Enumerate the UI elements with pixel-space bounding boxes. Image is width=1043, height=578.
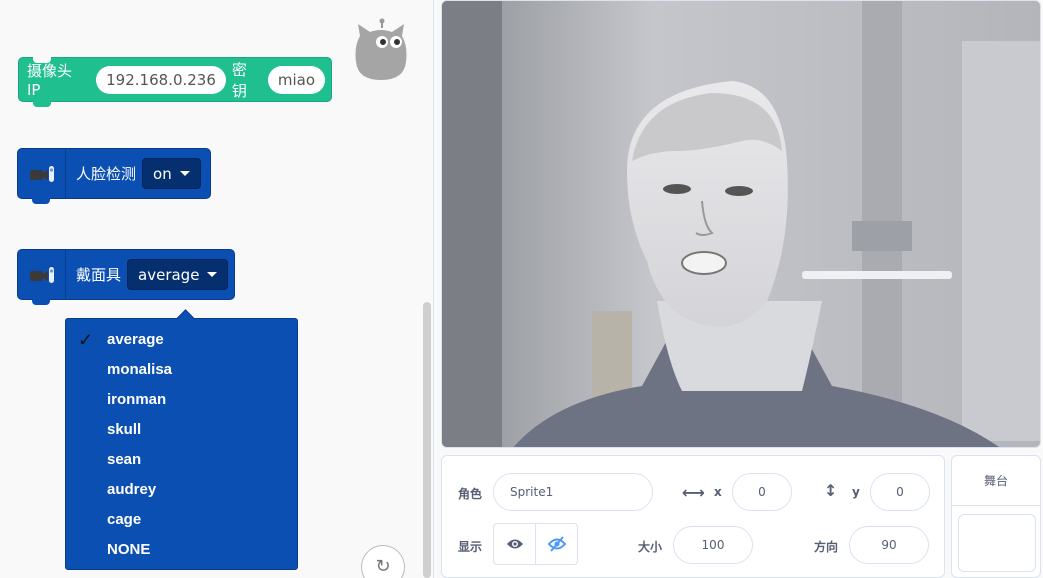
eye-off-icon bbox=[547, 536, 566, 552]
block-notch bbox=[33, 57, 51, 63]
face-detect-block[interactable]: 人脸检测 on bbox=[17, 148, 211, 204]
menu-item-cage[interactable]: cage bbox=[66, 505, 297, 535]
camera-extension-icon bbox=[18, 149, 66, 198]
menu-item-sean[interactable]: sean bbox=[66, 445, 297, 475]
block-tab bbox=[32, 299, 50, 305]
camera-ip-label: 摄像头 IP bbox=[27, 62, 73, 99]
menu-item-audrey[interactable]: audrey bbox=[66, 475, 297, 505]
direction-label: 方向 bbox=[814, 540, 839, 554]
camera-ip-block[interactable]: 摄像头 IP 192.168.0.236 密钥 miao bbox=[18, 57, 332, 107]
key-label: 密钥 bbox=[231, 60, 247, 100]
mask-label: 戴面具 bbox=[76, 266, 122, 284]
menu-item-ironman[interactable]: ironman bbox=[66, 385, 297, 415]
camera-extension-icon bbox=[18, 250, 66, 299]
face-detect-dropdown[interactable]: on bbox=[142, 158, 201, 189]
menu-item-skull[interactable]: skull bbox=[66, 415, 297, 445]
menu-item-monalisa[interactable]: monalisa bbox=[66, 355, 297, 385]
x-input[interactable]: 0 bbox=[732, 473, 792, 511]
eye-icon bbox=[506, 539, 523, 549]
x-arrows-icon: ⟷ bbox=[682, 483, 705, 502]
sprite-name-input[interactable]: Sprite1 bbox=[493, 473, 653, 511]
mask-value: average bbox=[138, 265, 200, 284]
face-detect-label: 人脸检测 bbox=[76, 165, 137, 183]
show-label: 显示 bbox=[458, 540, 483, 554]
block-tab bbox=[33, 101, 51, 107]
stage-panel-title: 舞台 bbox=[952, 456, 1040, 506]
stage-thumbnail[interactable] bbox=[958, 514, 1036, 572]
menu-item-label: skull bbox=[107, 421, 142, 438]
camera-feed-image bbox=[442, 1, 1040, 447]
camera-ip-input[interactable]: 192.168.0.236 bbox=[96, 65, 226, 94]
mask-block[interactable]: 戴面具 average bbox=[17, 249, 235, 305]
show-sprite-button[interactable] bbox=[494, 524, 535, 564]
x-label: x bbox=[714, 485, 722, 499]
key-input[interactable]: miao bbox=[267, 65, 325, 94]
menu-item-label: ironman bbox=[107, 391, 167, 408]
size-label: 大小 bbox=[638, 540, 663, 554]
sprite-info-pane: 角色 Sprite1 ⟷ x 0 ↕ y 0 显示 大小 100 方向 90 bbox=[441, 455, 945, 578]
workspace-scrollbar[interactable] bbox=[423, 302, 431, 578]
block-tab bbox=[32, 198, 50, 204]
visibility-toggle bbox=[493, 523, 578, 565]
menu-item-label: sean bbox=[107, 451, 142, 468]
face-detect-value: on bbox=[153, 164, 172, 183]
editor-root: 摄像头 IP 192.168.0.236 密钥 miao 人脸检测 on 戴面具… bbox=[0, 0, 1043, 578]
menu-item-label: NONE bbox=[107, 541, 151, 558]
menu-item-none[interactable]: NONE bbox=[66, 535, 297, 565]
y-input[interactable]: 0 bbox=[870, 473, 930, 511]
y-label: y bbox=[852, 485, 860, 499]
menu-item-label: monalisa bbox=[107, 361, 173, 378]
reset-icon: ↻ bbox=[375, 556, 391, 577]
stage-selector-panel[interactable]: 舞台 bbox=[951, 455, 1041, 578]
direction-input[interactable]: 90 bbox=[849, 526, 929, 564]
check-icon: ✓ bbox=[78, 330, 94, 350]
cat-mascot-icon bbox=[355, 18, 407, 80]
hide-sprite-button[interactable] bbox=[535, 524, 577, 564]
menu-item-label: cage bbox=[107, 511, 142, 528]
caret-down-icon bbox=[179, 171, 190, 176]
mask-dropdown-menu: ✓ average monalisa ironman skull sean au… bbox=[65, 318, 298, 570]
stage-canvas[interactable] bbox=[441, 0, 1041, 448]
reset-zoom-button[interactable]: ↻ bbox=[361, 545, 405, 578]
caret-down-icon bbox=[207, 272, 218, 277]
menu-item-label: audrey bbox=[107, 481, 157, 498]
menu-item-average[interactable]: ✓ average bbox=[66, 325, 297, 355]
code-workspace[interactable]: 摄像头 IP 192.168.0.236 密钥 miao 人脸检测 on 戴面具… bbox=[0, 0, 434, 578]
mask-dropdown[interactable]: average bbox=[127, 259, 229, 290]
menu-item-label: average bbox=[107, 331, 164, 348]
size-input[interactable]: 100 bbox=[673, 526, 753, 564]
y-arrows-icon: ↕ bbox=[824, 481, 838, 500]
sprite-label: 角色 bbox=[458, 487, 483, 501]
